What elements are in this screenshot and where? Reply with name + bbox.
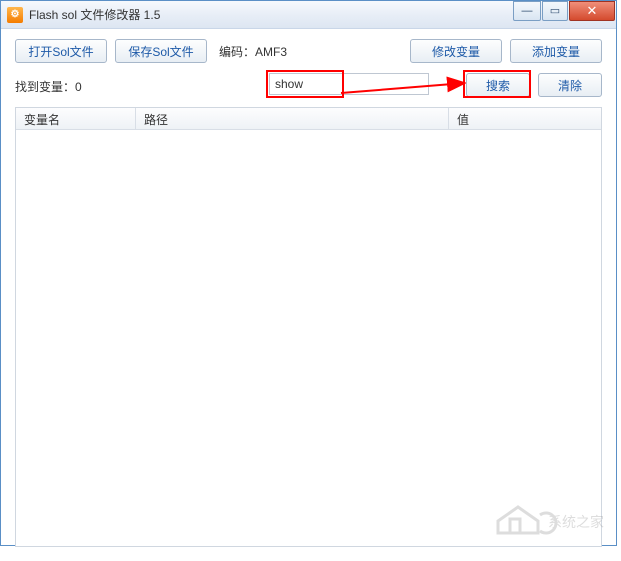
window-controls: — ▭ ✕ (513, 1, 616, 21)
table-header: 变量名 路径 值 (16, 108, 601, 130)
variable-table: 变量名 路径 值 (15, 107, 602, 547)
column-header-path[interactable]: 路径 (136, 108, 449, 129)
search-buttons: 搜索 清除 (466, 73, 602, 97)
minimize-button[interactable]: — (513, 1, 541, 21)
add-variable-button[interactable]: 添加变量 (510, 39, 602, 63)
found-count-label-text: 找到变量： (15, 80, 75, 94)
column-header-name[interactable]: 变量名 (16, 108, 136, 129)
search-input[interactable] (269, 73, 429, 95)
close-button[interactable]: ✕ (569, 1, 615, 21)
encoding-label-text: 编码： (219, 45, 255, 59)
app-window: ⚙ Flash sol 文件修改器 1.5 — ▭ ✕ 打开Sol文件 保存So… (0, 0, 617, 546)
toolbar-row: 打开Sol文件 保存Sol文件 编码：AMF3 修改变量 添加变量 (15, 39, 602, 63)
found-count-value: 0 (75, 80, 82, 94)
app-title: Flash sol 文件修改器 1.5 (29, 6, 160, 23)
search-row: 找到变量：0 搜索 清除 (15, 73, 602, 99)
save-sol-button[interactable]: 保存Sol文件 (115, 39, 207, 63)
modify-variable-button[interactable]: 修改变量 (410, 39, 502, 63)
clear-button[interactable]: 清除 (538, 73, 602, 97)
content-area: 打开Sol文件 保存Sol文件 编码：AMF3 修改变量 添加变量 找到变量：0 (1, 29, 616, 561)
app-icon: ⚙ (7, 7, 23, 23)
open-sol-button[interactable]: 打开Sol文件 (15, 39, 107, 63)
encoding-value: AMF3 (255, 45, 287, 59)
table-body[interactable] (16, 130, 601, 546)
search-button[interactable]: 搜索 (466, 73, 530, 97)
found-count-label: 找到变量：0 (15, 78, 82, 95)
maximize-button[interactable]: ▭ (542, 1, 568, 21)
encoding-label: 编码：AMF3 (219, 43, 287, 60)
column-header-value[interactable]: 值 (449, 108, 601, 129)
titlebar: ⚙ Flash sol 文件修改器 1.5 — ▭ ✕ (1, 1, 616, 29)
